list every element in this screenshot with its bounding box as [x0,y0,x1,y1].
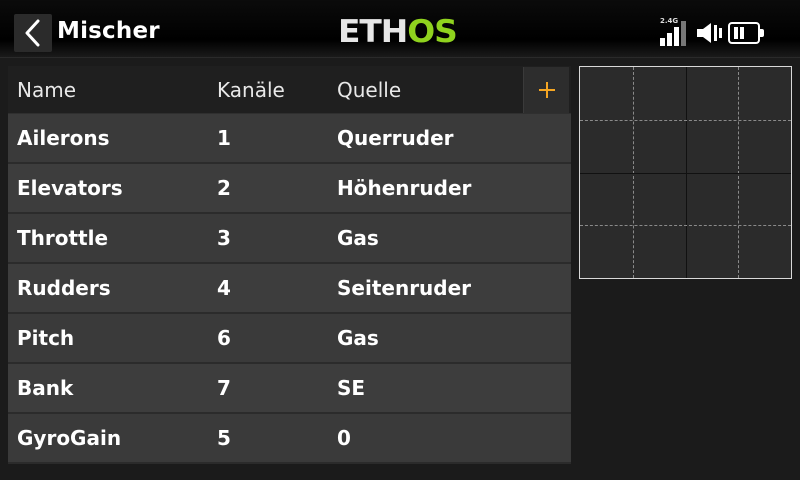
table-row[interactable]: Pitch 6 Gas [8,314,571,364]
mixer-channels: 1 [217,126,231,150]
ethos-logo: ETHOS [338,14,458,50]
mixer-name: Elevators [17,176,123,200]
mixer-source: Querruder [337,126,454,150]
column-header-channels: Kanäle [217,78,285,102]
add-mixer-button[interactable] [523,67,569,113]
mixer-channels: 2 [217,176,231,200]
battery-icon [728,22,764,44]
table-row[interactable]: GyroGain 5 0 [8,414,571,464]
plus-icon [538,82,555,98]
mixer-source: Gas [337,226,379,250]
grid-line [580,225,791,227]
mixer-name: Bank [17,376,74,400]
mixer-channels: 5 [217,426,231,450]
mixer-name: Rudders [17,276,111,300]
mixer-channels: 3 [217,226,231,250]
signal-strength-icon [660,20,692,46]
table-row[interactable]: Throttle 3 Gas [8,214,571,264]
mixer-channels: 7 [217,376,231,400]
mixer-channels: 6 [217,326,231,350]
mixer-source: 0 [337,426,351,450]
mixer-curve-preview [579,66,792,279]
column-header-name: Name [17,78,77,102]
table-row[interactable]: Bank 7 SE [8,364,571,414]
page-title: Mischer [57,18,160,44]
mixer-name: Ailerons [17,126,110,150]
table-row[interactable]: Rudders 4 Seitenruder [8,264,571,314]
mixer-name: GyroGain [17,426,122,450]
table-row[interactable]: Elevators 2 Höhenruder [8,164,571,214]
speaker-icon [697,23,722,43]
table-row[interactable]: Ailerons 1 Querruder [8,114,571,164]
table-header: Name Kanäle Quelle [8,66,571,114]
grid-line [580,119,791,121]
mixer-source: SE [337,376,366,400]
column-header-source: Quelle [337,78,402,102]
top-bar: Mischer ETHOS 2.4G [0,0,800,58]
grid-line [580,172,791,174]
chevron-left-icon [25,19,40,47]
mixer-table: Name Kanäle Quelle Ailerons 1 Querruder … [8,66,571,464]
mixer-source: Gas [337,326,379,350]
mixer-name: Pitch [17,326,75,350]
table-body: Ailerons 1 Querruder Elevators 2 Höhenru… [8,114,571,464]
mixer-source: Seitenruder [337,276,472,300]
logo-text-os: OS [407,14,458,50]
status-indicators: 2.4G [660,14,790,48]
back-button[interactable] [14,14,52,52]
logo-text-eth: ETH [338,14,408,50]
mixer-channels: 4 [217,276,231,300]
mixer-name: Throttle [17,226,109,250]
mixer-source: Höhenruder [337,176,472,200]
